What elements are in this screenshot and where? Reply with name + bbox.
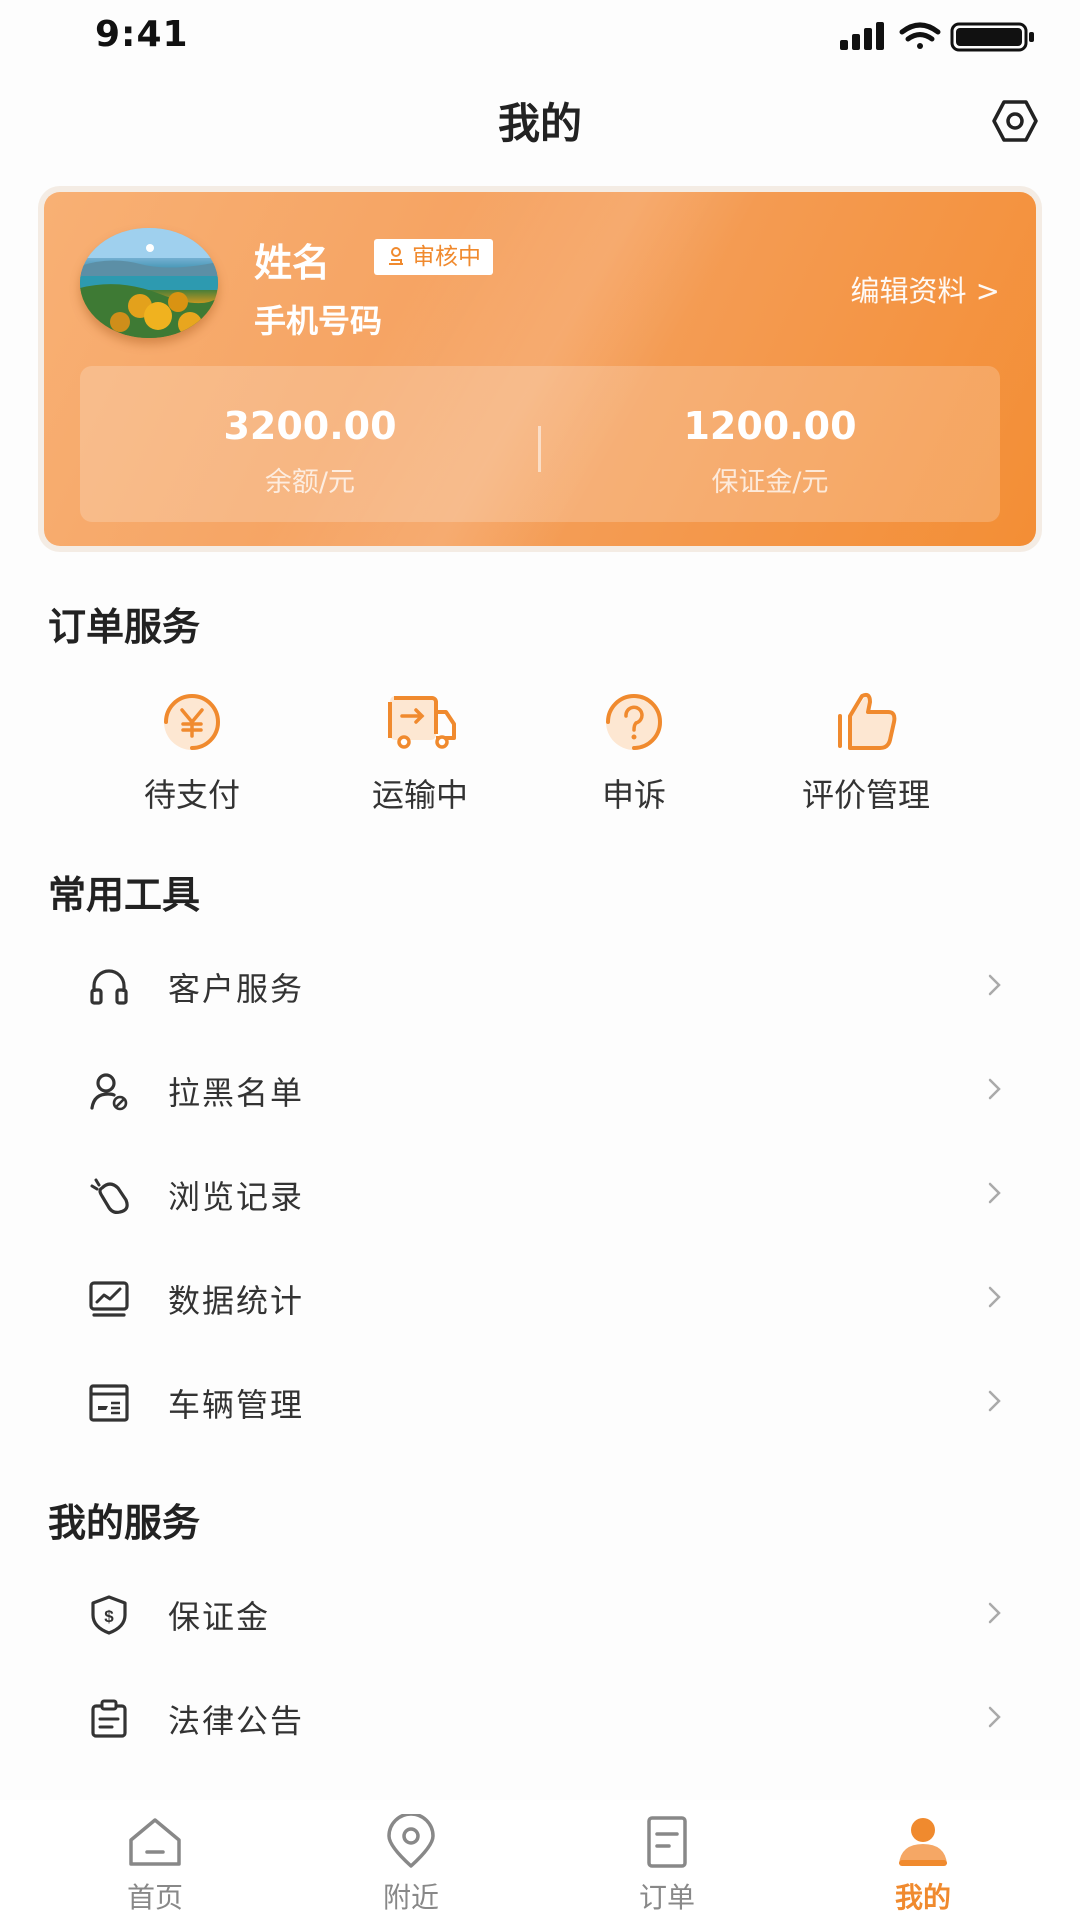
list-item-deposit[interactable]: $ 保证金 bbox=[48, 1562, 1032, 1666]
chevron-right-icon bbox=[988, 1182, 1001, 1204]
headset-icon bbox=[90, 969, 128, 1005]
battery-icon bbox=[950, 22, 1034, 52]
chart-monitor-icon bbox=[89, 1281, 129, 1317]
home-icon bbox=[129, 1818, 181, 1866]
list-item-label: 车辆管理 bbox=[168, 1386, 305, 1424]
list-item-label: 浏览记录 bbox=[168, 1178, 305, 1216]
list-item-data-statistics[interactable]: 数据统计 bbox=[48, 1246, 1032, 1350]
service-label: 待支付 bbox=[143, 776, 240, 814]
service-label: 申诉 bbox=[601, 776, 666, 814]
profile-card: 姓名 审核中 手机号码 编辑资料 > 3200.00 余额/元 1200.00 … bbox=[44, 192, 1036, 546]
user-block-icon bbox=[90, 1073, 128, 1111]
service-label: 运输中 bbox=[371, 776, 468, 814]
document-icon bbox=[647, 1816, 687, 1868]
tab-orders[interactable]: 订单 bbox=[532, 1800, 802, 1916]
cellular-signal-icon bbox=[840, 22, 884, 50]
balance-value[interactable]: 3200.00 bbox=[80, 404, 540, 448]
list-item-legal-notice[interactable]: 法律公告 bbox=[48, 1666, 1032, 1770]
balance-stats: 3200.00 余额/元 1200.00 保证金/元 bbox=[80, 366, 1000, 522]
service-review-management[interactable]: 评价管理 bbox=[766, 690, 966, 816]
section-title-order-services: 订单服务 bbox=[48, 605, 201, 649]
vehicle-card-icon bbox=[89, 1384, 129, 1422]
svg-text:$: $ bbox=[104, 1607, 114, 1626]
thumbs-up-icon bbox=[838, 692, 897, 750]
chevron-right-icon bbox=[988, 1078, 1001, 1100]
tab-label: 首页 bbox=[126, 1881, 183, 1914]
list-item-blacklist[interactable]: 拉黑名单 bbox=[48, 1038, 1032, 1142]
balance-label: 余额/元 bbox=[264, 467, 356, 498]
status-badge-label: 审核中 bbox=[412, 244, 481, 270]
section-title-my-services: 我的服务 bbox=[48, 1501, 201, 1545]
list-item-label: 法律公告 bbox=[168, 1702, 305, 1740]
list-item-customer-service[interactable]: 客户服务 bbox=[48, 934, 1032, 1038]
avatar[interactable] bbox=[80, 228, 218, 338]
user-phone: 手机号码 bbox=[254, 302, 383, 340]
user-icon bbox=[899, 1818, 947, 1866]
chevron-right-icon bbox=[988, 1390, 1001, 1412]
settings-hexagon-icon[interactable] bbox=[992, 98, 1038, 144]
service-label: 评价管理 bbox=[801, 776, 930, 814]
list-item-label: 数据统计 bbox=[168, 1282, 305, 1320]
tab-label: 附近 bbox=[382, 1881, 439, 1914]
tab-nearby[interactable]: 附近 bbox=[276, 1800, 546, 1916]
location-icon bbox=[387, 1812, 435, 1868]
chevron-right-icon bbox=[988, 1602, 1001, 1624]
status-badge: 审核中 bbox=[374, 239, 493, 275]
stamp-icon bbox=[389, 247, 403, 265]
clipboard-icon bbox=[91, 1699, 127, 1738]
list-item-label: 拉黑名单 bbox=[168, 1074, 305, 1112]
tab-mine[interactable]: 我的 bbox=[788, 1800, 1058, 1916]
deposit-value[interactable]: 1200.00 bbox=[540, 404, 1000, 448]
list-item-label: 保证金 bbox=[168, 1598, 271, 1636]
page-title: 我的 bbox=[497, 99, 582, 148]
history-icon bbox=[90, 1178, 129, 1214]
list-item-label: 客户服务 bbox=[168, 970, 305, 1008]
edit-profile-link[interactable]: 编辑资料 > bbox=[850, 268, 1000, 310]
yen-circle-icon bbox=[164, 694, 220, 750]
tab-label: 订单 bbox=[638, 1881, 695, 1914]
chevron-right-icon bbox=[988, 974, 1001, 996]
service-in-transit[interactable]: 运输中 bbox=[320, 690, 520, 816]
user-name: 姓名 bbox=[254, 241, 331, 285]
status-time: 9:41 bbox=[95, 14, 189, 55]
tab-bar: 首页 附近 订单 我的 bbox=[0, 1800, 1080, 1920]
truck-icon bbox=[388, 696, 456, 749]
question-circle-icon bbox=[606, 694, 662, 750]
list-item-vehicle-management[interactable]: 车辆管理 bbox=[48, 1350, 1032, 1454]
deposit-label: 保证金/元 bbox=[711, 467, 829, 498]
tab-home[interactable]: 首页 bbox=[20, 1800, 290, 1916]
status-icons bbox=[840, 22, 1034, 52]
list-item-browsing-history[interactable]: 浏览记录 bbox=[48, 1142, 1032, 1246]
chevron-right-icon bbox=[988, 1706, 1001, 1728]
service-appeal[interactable]: 申诉 bbox=[534, 690, 734, 816]
shield-dollar-icon: $ bbox=[91, 1595, 127, 1635]
tab-label: 我的 bbox=[894, 1881, 951, 1914]
chevron-right-icon bbox=[988, 1286, 1001, 1308]
service-pending-payment[interactable]: 待支付 bbox=[92, 690, 292, 816]
section-title-common-tools: 常用工具 bbox=[48, 873, 201, 917]
wifi-icon bbox=[899, 22, 941, 49]
